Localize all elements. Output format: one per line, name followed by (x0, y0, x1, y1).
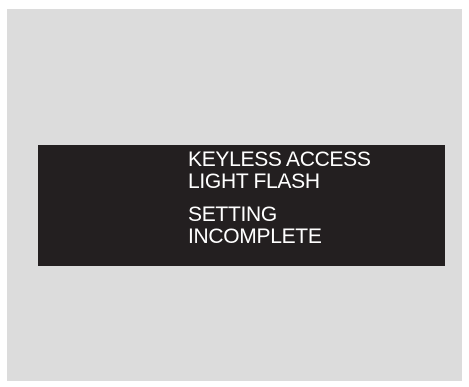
setting-name-line-2: LIGHT FLASH (188, 170, 320, 193)
setting-status-line-2: INCOMPLETE (188, 225, 322, 248)
setting-status-line-1: SETTING (188, 203, 277, 226)
setting-name-line-1: KEYLESS ACCESS (188, 148, 371, 171)
screen-frame: KEYLESS ACCESS LIGHT FLASH SETTING INCOM… (7, 9, 462, 381)
setting-name: KEYLESS ACCESS LIGHT FLASH (188, 149, 371, 193)
info-display-panel: KEYLESS ACCESS LIGHT FLASH SETTING INCOM… (38, 145, 445, 266)
setting-status: SETTING INCOMPLETE (188, 204, 322, 248)
